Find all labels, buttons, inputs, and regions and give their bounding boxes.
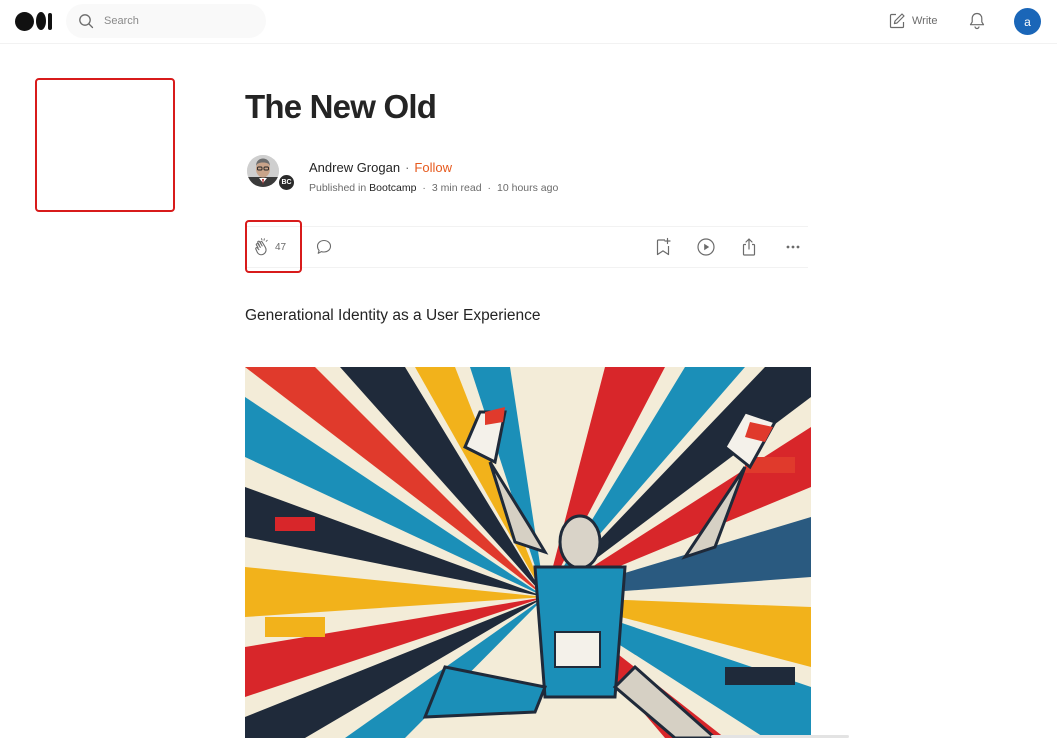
empty-highlight-box <box>35 78 175 212</box>
comment-button[interactable] <box>315 238 333 261</box>
published-in-label: Published in <box>309 182 367 194</box>
more-options-button[interactable] <box>783 237 803 262</box>
pencil-square-icon <box>889 13 905 29</box>
medium-logo-icon[interactable] <box>15 11 53 31</box>
author-avatar[interactable] <box>247 155 279 187</box>
notifications-button[interactable] <box>966 10 988 32</box>
article-title: The New Old <box>245 88 437 125</box>
more-icon <box>786 245 800 249</box>
author-photo <box>247 155 279 187</box>
bookmark-add-icon <box>656 237 671 256</box>
user-initial: a <box>1024 14 1031 29</box>
bell-icon <box>969 12 985 30</box>
user-avatar[interactable]: a <box>1014 8 1041 35</box>
share-icon <box>742 238 756 256</box>
publication-badge[interactable]: BC <box>277 173 296 192</box>
write-label: Write <box>912 15 938 27</box>
hero-image <box>245 367 811 738</box>
search-icon <box>79 14 94 29</box>
posted-time: 10 hours ago <box>497 182 559 194</box>
article-meta: Published in Bootcamp · 3 min read · 10 hour… <box>309 182 559 194</box>
follow-button[interactable]: Follow <box>414 160 452 175</box>
save-button[interactable] <box>654 237 672 262</box>
publication-link[interactable]: Bootcamp <box>369 182 416 194</box>
search-box[interactable] <box>66 4 266 38</box>
author-name[interactable]: Andrew Grogan <box>309 160 400 175</box>
share-button[interactable] <box>740 237 758 262</box>
comment-icon <box>316 239 332 254</box>
listen-button[interactable] <box>696 237 716 262</box>
play-icon <box>697 238 715 256</box>
search-input[interactable] <box>104 15 244 27</box>
read-time: 3 min read <box>431 182 482 194</box>
article-subtitle: Generational Identity as a User Experien… <box>245 307 541 324</box>
article-action-bar: 47 <box>245 226 808 268</box>
author-line: Andrew Grogan · Follow <box>309 160 452 175</box>
abstract-runner-illustration <box>245 367 811 738</box>
clap-highlight-box <box>245 220 302 273</box>
top-navigation-bar: Write a <box>0 0 1057 44</box>
write-button[interactable]: Write <box>888 10 937 32</box>
